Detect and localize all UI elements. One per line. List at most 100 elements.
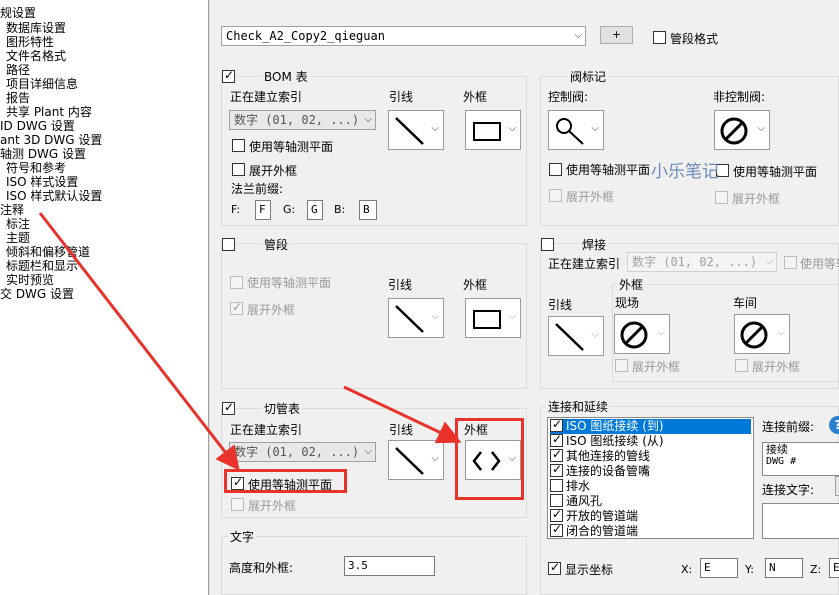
cut-expand-frame-checkbox[interactable] [231,498,244,511]
style-combo[interactable]: Check_A2_Copy2_qieguan ⌵ [221,26,586,46]
z-label: Z: [810,563,822,576]
noncontrol-valve-picker[interactable]: ⌵ [714,110,770,150]
show-coords-checkbox[interactable] [548,560,561,575]
segment-iso-plane-checkbox[interactable] [230,276,243,289]
connect-item-checkbox[interactable] [550,462,563,477]
connect-list-item[interactable]: 其他连接的管线 [550,447,751,464]
segment-frame-label: 外框 [463,278,488,292]
chevron-down-icon: ⌵ [591,329,599,340]
tree-item[interactable]: 项目详细信息 [6,77,78,91]
tree-item[interactable]: 实时预览 [6,273,54,287]
tree-item[interactable]: 主题 [6,231,30,245]
tree-item[interactable]: 图形特性 [6,35,54,49]
connect-item-label: 排水 [566,479,591,493]
weld-checkbox[interactable] [541,238,554,251]
tree-item[interactable]: 交 DWG 设置 [0,287,74,301]
bom-expand-frame-checkbox[interactable] [232,163,245,176]
x-field[interactable]: E [700,558,738,578]
connect-list-item[interactable]: 通风孔 [550,494,751,509]
tree-item[interactable]: 标注 [6,217,30,231]
bom-checkbox[interactable] [222,68,235,83]
weld-field-picker[interactable]: ⌵ [614,314,670,354]
segment-checkbox[interactable] [222,238,235,251]
bom-leader-picker[interactable]: ⌵ [388,110,444,150]
connect-text-field[interactable] [762,503,839,539]
z-field[interactable]: E [829,558,839,578]
weld-shop-picker[interactable]: ⌵ [734,314,790,354]
tree-item[interactable]: ISO 样式默认设置 [6,189,102,203]
cut-leader-picker[interactable]: ⌵ [388,440,444,480]
segment-format-checkbox[interactable] [653,31,666,44]
valve-expand-frame-label-1: 展开外框 [566,190,615,204]
weld-frame-title: 外框 [617,276,646,293]
y-label: Y: [745,563,754,576]
connect-list-item[interactable]: 排水 [550,479,751,494]
chevron-down-icon: ⌵ [431,311,439,322]
connect-item-checkbox[interactable] [550,417,563,432]
no-symbol-icon [740,321,768,349]
connect-prefix-field[interactable]: 接续 DWG # [762,442,839,476]
connect-list-item[interactable]: 闭合的管道端 [550,522,751,539]
weld-field-label: 现场 [615,296,640,310]
tree-item[interactable]: 数据库设置 [6,21,66,35]
connect-list[interactable]: ISO 图纸接续 (到)ISO 图纸接续 (从)其他连接的管线连接的设备管嘴排水… [547,417,754,539]
tree-item[interactable]: 符号和参考 [6,161,66,175]
weld-expand-frame-checkbox-1[interactable] [615,359,628,372]
connect-item-checkbox[interactable] [550,479,563,492]
settings-tree[interactable]: 规设置 数据库设置 图形特性 文件名格式 路径 项目详细信息 报告 共享 Pla… [0,0,209,595]
weld-expand-frame-checkbox-2[interactable] [735,359,748,372]
valve-expand-frame-checkbox-1[interactable] [549,189,562,202]
y-field[interactable]: N [765,558,803,578]
tree-item[interactable]: 报告 [6,91,30,105]
cut-checkbox[interactable] [222,400,235,415]
segment-expand-frame-label: 展开外框 [247,303,296,317]
text-height-field[interactable]: 3.5 [344,556,435,576]
connect-list-item[interactable]: 开放的管道端 [550,507,751,524]
chevron-down-icon: ⌵ [508,311,516,322]
tree-item[interactable]: ID DWG 设置 [0,119,75,133]
chevron-down-icon: ⌵ [574,30,582,41]
valve-iso-plane-checkbox-1[interactable] [549,163,562,176]
weld-index-combo[interactable]: 数字 (01, 02, ...) ⌵ [627,252,777,272]
f-field[interactable]: F [255,200,271,220]
valve-expand-frame-checkbox-2[interactable] [715,191,728,204]
tree-item[interactable]: 倾斜和偏移管道 [6,245,90,259]
connect-list-item[interactable]: ISO 图纸接续 (到) [550,417,751,434]
tree-item[interactable]: 文件名格式 [6,49,66,63]
tree-item[interactable]: ant 3D DWG 设置 [0,133,102,147]
chevron-down-icon: ⌵ [657,327,665,338]
noncontrol-valve-label: 非控制阀: [713,90,766,104]
weld-shop-label: 车间 [733,296,758,310]
g-field[interactable]: G [307,200,323,220]
tree-item[interactable]: 轴测 DWG 设置 [0,147,86,161]
bom-iso-plane-checkbox[interactable] [232,139,245,152]
connect-list-item[interactable]: 连接的设备管嘴 [550,462,751,479]
cut-index-combo[interactable]: 数字 (01, 02, ...) ⌵ [229,442,376,462]
bom-frame-picker[interactable]: ⌵ [465,110,521,150]
connect-text-label: 连接文字: [762,483,815,497]
b-field[interactable]: B [359,200,377,220]
connect-item-checkbox[interactable] [550,447,563,462]
tree-item[interactable]: 共享 Plant 内容 [6,105,92,119]
tree-item[interactable]: ISO 样式设置 [6,175,78,189]
connect-item-checkbox[interactable] [550,507,563,522]
connect-item-label: 其他连接的管线 [566,449,651,463]
connect-item-checkbox[interactable] [550,494,563,507]
add-style-button[interactable]: + [600,26,633,44]
connect-item-checkbox[interactable] [550,522,563,537]
segment-expand-frame-checkbox[interactable] [230,300,243,315]
weld-iso-plane-checkbox[interactable] [784,256,797,269]
segment-leader-picker[interactable]: ⌵ [388,298,444,338]
connect-item-checkbox[interactable] [550,432,563,447]
control-valve-picker[interactable]: ⌵ [548,110,604,150]
connect-item-label: 开放的管道端 [566,509,639,523]
connect-text-combo[interactable] [835,476,839,496]
connect-list-item[interactable]: ISO 图纸接续 (从) [550,432,751,449]
tree-item[interactable]: 标题栏和显示 [6,259,78,273]
segment-frame-picker[interactable]: ⌵ [465,298,521,338]
tree-item[interactable]: 路径 [6,63,30,77]
tree-item[interactable]: 规设置 [0,6,36,20]
bom-index-combo[interactable]: 数字 (01, 02, ...) ⌵ [229,110,376,130]
tree-item-annotation[interactable]: 注释 [0,203,24,217]
weld-leader-picker[interactable]: ⌵ [548,316,604,356]
